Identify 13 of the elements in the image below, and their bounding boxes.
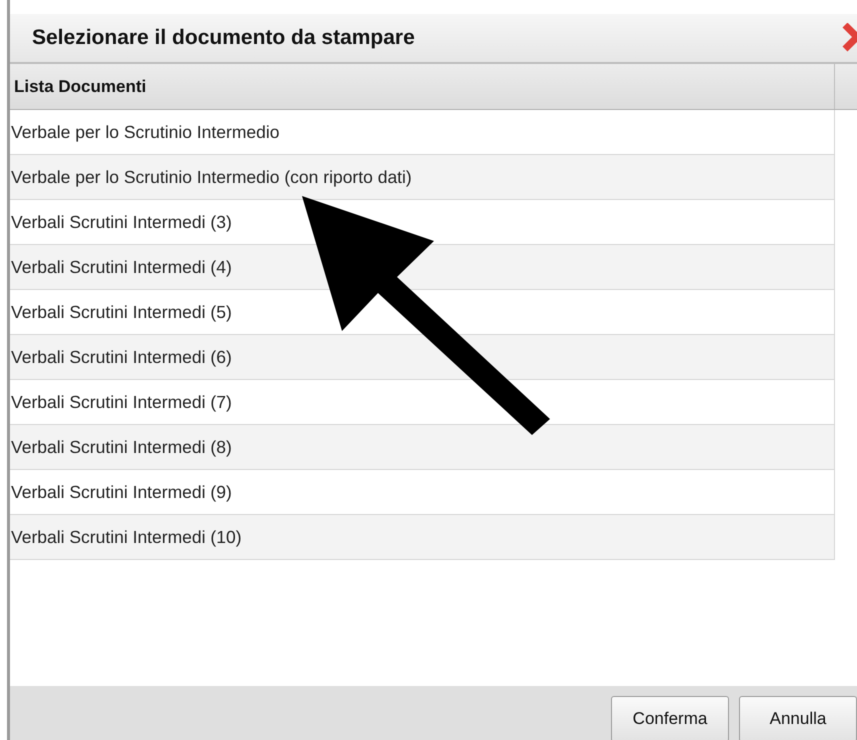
table-row[interactable]: Verbale per lo Scrutinio Intermedio (10, 110, 835, 155)
table-row[interactable]: Verbali Scrutini Intermedi (3) (10, 200, 835, 245)
table-row[interactable]: Verbali Scrutini Intermedi (7) (10, 380, 835, 425)
table-row[interactable]: Verbali Scrutini Intermedi (6) (10, 335, 835, 380)
table-row[interactable]: Verbali Scrutini Intermedi (5) (10, 290, 835, 335)
dialog-title: Selezionare il documento da stampare (32, 25, 415, 52)
cancel-button[interactable]: Annulla (739, 696, 857, 740)
table-row[interactable]: Verbale per lo Scrutinio Intermedio (con riporto dati) (10, 155, 835, 200)
table-row[interactable]: Verbali Scrutini Intermedi (10) (10, 515, 835, 560)
table-row[interactable]: Verbali Scrutini Intermedi (9) (10, 470, 835, 515)
table-row[interactable]: Verbali Scrutini Intermedi (8) (10, 425, 835, 470)
column-header: Lista Documenti (10, 64, 835, 109)
confirm-button[interactable]: Conferma (611, 696, 729, 740)
